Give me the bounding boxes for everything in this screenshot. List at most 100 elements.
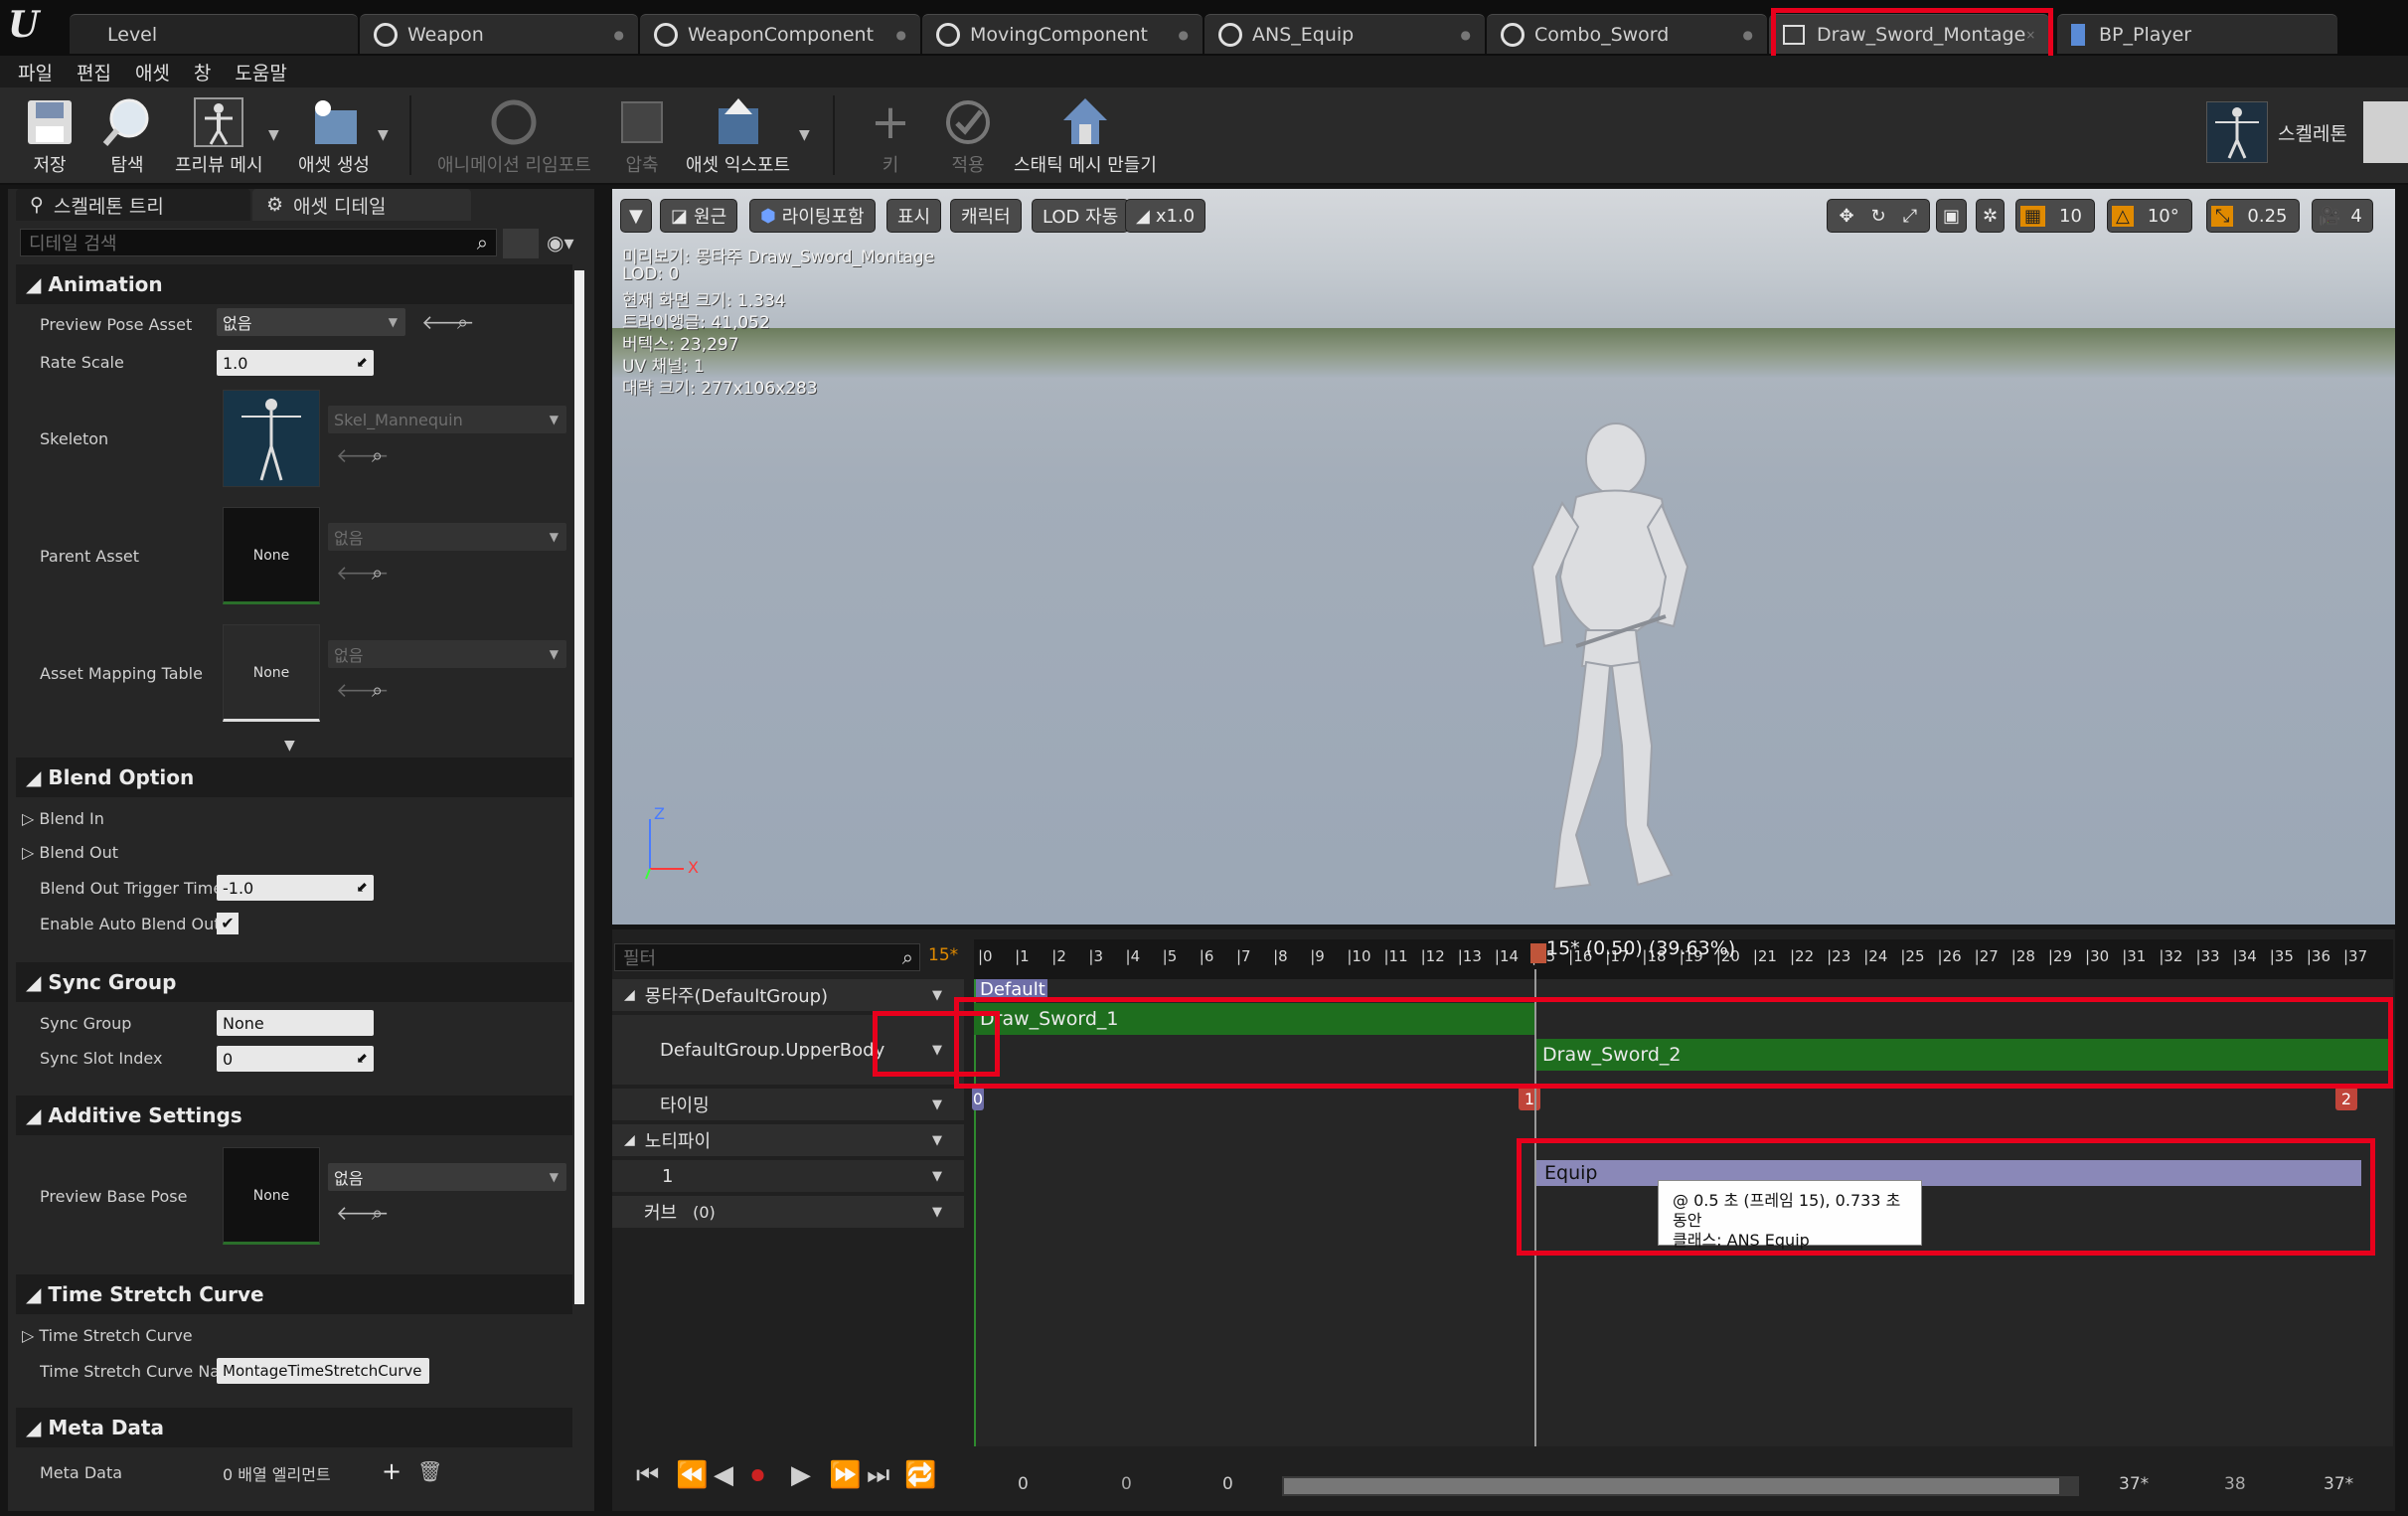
tab-weaponcomponent[interactable]: WeaponComponent ● [640,14,920,54]
clip-draw-sword-2[interactable]: Draw_Sword_2 [1536,1039,2393,1071]
tab-combo-sword[interactable]: Combo_Sword ● [1487,14,1767,54]
search-icon[interactable]: ⌕ [372,561,383,585]
apply-button[interactable]: 적용 [938,93,998,177]
trash-icon[interactable]: 🗑 [417,1459,442,1483]
asset-mapping-thumbnail[interactable]: None [223,624,320,722]
clip-draw-sword-1[interactable]: Draw_Sword_1 [974,1003,1536,1035]
step-back-icon[interactable]: ⏪ [676,1460,708,1490]
expand-advanced-icon[interactable]: ▼ [284,738,295,754]
category-time-stretch-curve[interactable]: ◢ Time Stretch Curve [16,1274,572,1314]
search-icon[interactable]: ⌕ [457,310,468,334]
make-static-mesh-button[interactable]: 스태틱 메시 만들기 [1014,93,1157,177]
world-local-toggle[interactable]: ▣ [1936,199,1968,233]
transform-tools[interactable]: ✥ ↻ ⤢ [1827,199,1930,233]
tab-level[interactable]: Level [70,14,358,54]
chevron-down-icon[interactable]: ▼ [268,127,279,143]
search-icon[interactable]: ⌕ [372,443,383,467]
show-button[interactable]: 표시 [886,199,942,233]
surface-snap-button[interactable]: ✲ [1976,199,2006,233]
rate-scale-field[interactable]: 1.0 ⬋ [217,350,374,376]
blend-in-row[interactable]: ▷ Blend In [22,809,104,828]
scrollbar[interactable] [574,270,584,1304]
lighting-button[interactable]: ⬢ 라이팅포함 [749,199,876,233]
category-additive-settings[interactable]: ◢ Additive Settings [16,1095,572,1135]
chevron-down-icon[interactable]: ▼ [378,127,389,143]
eye-icon[interactable]: ◉▾ [547,231,574,254]
asset-mapping-combo[interactable]: 없음 ▼ [328,640,566,668]
save-button[interactable]: 저장 [20,93,80,177]
timing-marker-0[interactable]: 0 [972,1087,984,1110]
export-asset-button[interactable]: 애셋 익스포트 [686,93,790,177]
playhead-handle[interactable] [1530,943,1546,963]
scale-snap-control[interactable]: ⤡ 0.25 [2206,199,2301,233]
category-animation[interactable]: ◢ Animation [16,264,572,304]
loop-icon[interactable]: 🔁 [904,1460,936,1490]
notifies-row[interactable]: ◢ 노티파이 ▼ [612,1124,964,1156]
character-button[interactable]: 캐릭터 [950,199,1022,233]
preview-pose-asset-combo[interactable]: 없음 ▼ [217,308,405,336]
scale-icon[interactable]: ⤢ [1895,206,1925,227]
skeleton-combo[interactable]: Skel_Mannequin ▼ [328,406,566,433]
rotation-snap-control[interactable]: △ 10° [2107,199,2192,233]
time-stretch-curve-name-field[interactable]: MontageTimeStretchCurve [217,1358,429,1384]
tab-movingcomponent[interactable]: MovingComponent ● [922,14,1203,54]
timing-marker-2[interactable]: 2 [2335,1087,2357,1110]
mesh-mode-icon[interactable] [2363,101,2408,163]
rotate-icon[interactable]: ↻ [1863,206,1893,227]
parent-asset-combo[interactable]: 없음 ▼ [328,523,566,551]
close-icon[interactable]: ● [1179,28,1189,42]
view-options-icon[interactable] [503,229,539,258]
menu-window[interactable]: 창 [194,59,211,85]
add-icon[interactable]: + [382,1457,401,1485]
step-forward-icon[interactable]: ⏩ [829,1460,861,1490]
skip-to-start-icon[interactable]: ⏮ [636,1460,659,1491]
viewport-menu-button[interactable]: ▼ [620,199,652,233]
tab-ans-equip[interactable]: ANS_Equip ● [1204,14,1485,54]
perspective-button[interactable]: ◪ 원근 [660,199,738,233]
record-icon[interactable]: ⏺ [751,1460,764,1491]
play-icon[interactable]: ▶ [791,1460,811,1490]
timing-row[interactable]: 타이밍 ▼ [612,1089,964,1120]
filter-input[interactable]: 필터 ⌕ [614,943,920,971]
create-asset-button[interactable]: 애셋 생성 [298,93,370,177]
skeleton-mode-icon[interactable] [2206,101,2268,163]
lod-button[interactable]: LOD 자동 [1032,199,1130,233]
notify-track-row[interactable]: 1 ▼ [612,1160,964,1192]
tab-skeleton-tree[interactable]: ⚲ 스켈레톤 트리 [16,189,250,221]
sync-slot-index-field[interactable]: 0 ⬋ [217,1046,374,1072]
skip-to-end-icon[interactable]: ⏭ [867,1460,889,1491]
tab-draw-sword-montage[interactable]: Draw_Sword_Montage × [1769,14,2049,54]
timeline-scrollbar[interactable] [1282,1476,2079,1496]
menu-edit[interactable]: 편집 [77,59,111,85]
sync-group-field[interactable]: None [217,1010,374,1036]
key-button[interactable]: + 키 [861,93,920,177]
browse-button[interactable]: 탐색 [97,93,157,177]
slot-row[interactable]: DefaultGroup.UpperBody ▼ [612,1015,964,1085]
tab-bp-player[interactable]: BP_Player [2057,14,2337,54]
search-icon[interactable]: ⌕ [372,678,383,702]
reimport-button[interactable]: 애니메이션 리임포트 [437,93,591,177]
move-icon[interactable]: ✥ [1832,206,1861,227]
category-meta-data[interactable]: ◢ Meta Data [16,1408,572,1447]
parent-asset-thumbnail[interactable]: None [223,507,320,604]
search-icon[interactable]: ⌕ [372,1201,383,1225]
close-icon[interactable]: ● [1743,28,1753,42]
tab-weapon[interactable]: Weapon ● [360,14,638,54]
category-blend-option[interactable]: ◢ Blend Option [16,758,572,797]
grid-snap-control[interactable]: ▦ 10 [2015,199,2095,233]
blend-out-trigger-field[interactable]: -1.0 ⬋ [217,875,374,901]
timing-marker-1[interactable]: 1 [1519,1087,1540,1110]
menu-file[interactable]: 파일 [18,59,53,85]
preview-viewport[interactable]: ▼ ◪ 원근 ⬢ 라이팅포함 표시 캐릭터 LOD 자동 ◢ x1.0 ✥ ↻ ⤢ ▣… [612,189,2395,925]
curves-row[interactable]: 커브 (0) ▼ [612,1196,964,1228]
close-icon[interactable]: × [2025,28,2035,42]
close-icon[interactable]: ● [896,28,906,42]
tab-asset-details[interactable]: ⚙ 애셋 디테일 [252,189,471,221]
base-pose-thumbnail[interactable]: None [223,1147,320,1245]
skeleton-thumbnail[interactable] [223,390,320,487]
preview-mesh-button[interactable]: 프리뷰 메시 [175,93,263,177]
montage-group-row[interactable]: ◢ 몽타주(DefaultGroup) ▼ [612,979,964,1011]
time-stretch-curve-row[interactable]: ▷ Time Stretch Curve [22,1326,193,1345]
blend-out-row[interactable]: ▷ Blend Out [22,843,118,862]
category-sync-group[interactable]: ◢ Sync Group [16,962,572,1002]
